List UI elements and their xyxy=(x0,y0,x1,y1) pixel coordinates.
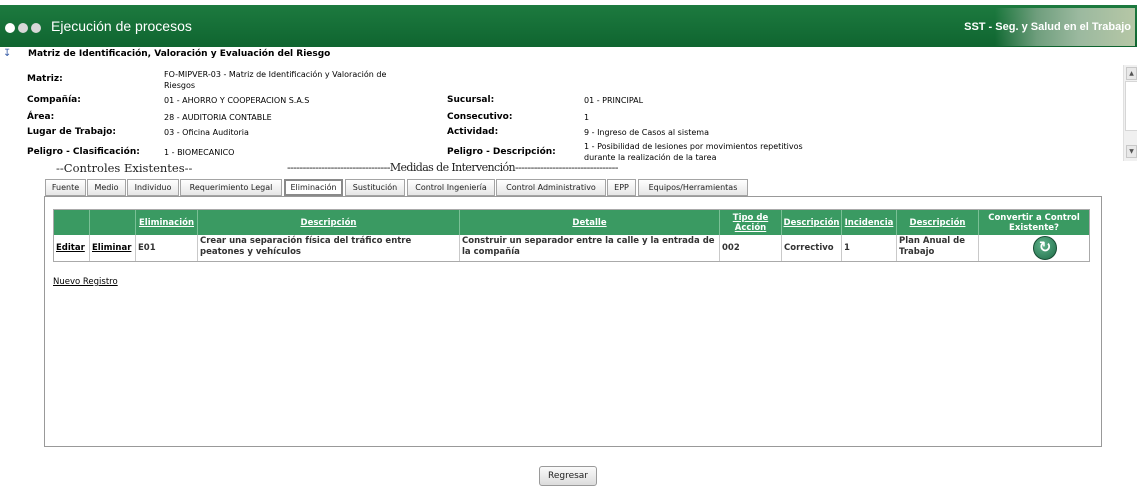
compania-label: Compañía: xyxy=(27,95,81,105)
sucursal-value: 01 - PRINCIPAL xyxy=(584,96,644,105)
dot-icon xyxy=(18,23,28,33)
row-tipo-descripcion: Correctivo xyxy=(782,235,842,261)
app-header: Ejecución de procesos SST - Seg. y Salud… xyxy=(0,5,1137,47)
tab-fuente[interactable]: Fuente xyxy=(45,179,86,196)
lugar-value: 03 - Oficina Auditoria xyxy=(164,128,249,137)
tab-eliminacion[interactable]: Eliminación xyxy=(284,179,343,196)
peligro-descripcion-line1: 1 - Posibilidad de lesiones por movimien… xyxy=(584,142,803,151)
column-descripcion-2[interactable]: Descripción xyxy=(782,210,841,235)
tab-sustitucion[interactable]: Sustitución xyxy=(345,179,405,196)
matriz-value: FO-MIPVER-03 - Matriz de Identificación … xyxy=(164,69,386,91)
matriz-label: Matriz: xyxy=(27,74,63,84)
row-tipo-accion: 002 xyxy=(720,235,782,261)
scroll-up-icon[interactable]: ▲ xyxy=(1126,67,1137,80)
dot-icon xyxy=(31,23,41,33)
regresar-button[interactable]: Regresar xyxy=(539,466,597,486)
column-convertir: Convertir a Control Existente? xyxy=(979,210,1089,235)
header-module-name: SST - Seg. y Salud en el Trabajo xyxy=(964,21,1131,33)
info-scrollbar[interactable]: ▲ ▼ xyxy=(1123,65,1137,161)
consecutivo-label: Consecutivo: xyxy=(447,112,513,122)
consecutivo-value: 1 xyxy=(584,113,590,122)
area-value: 28 - AUDITORIA CONTABLE xyxy=(164,113,272,122)
column-descripcion-3[interactable]: Descripción xyxy=(897,210,978,235)
column-incidencia[interactable]: Incidencia xyxy=(842,210,896,235)
scroll-down-icon[interactable]: ▼ xyxy=(1126,145,1137,158)
actividad-value: 9 - Ingreso de Casos al sistema xyxy=(584,128,709,137)
tab-individuo[interactable]: Individuo xyxy=(127,179,179,196)
column-tipo-accion-line1: Tipo de xyxy=(732,212,769,223)
delete-link[interactable]: Eliminar xyxy=(90,235,136,261)
column-convertir-line2: Existente? xyxy=(1009,222,1059,233)
collapse-arrow-icon[interactable]: ↧ xyxy=(3,48,11,59)
tab-medio[interactable]: Medio xyxy=(87,179,126,196)
row-incidencia: 1 xyxy=(842,235,897,261)
tab-requerimiento-legal[interactable]: Requerimiento Legal xyxy=(180,179,282,196)
nuevo-registro-link[interactable]: Nuevo Registro xyxy=(53,277,118,287)
peligro-descripcion-value: 1 - Posibilidad de lesiones por movimien… xyxy=(584,141,803,163)
sucursal-label: Sucursal: xyxy=(447,95,495,105)
peligro-clasificacion-value: 1 - BIOMECANICO xyxy=(164,148,235,157)
table-row: Editar Eliminar E01 Crear una separación… xyxy=(54,235,1089,261)
row-descripcion: Crear una separación física del tráfico … xyxy=(198,235,460,261)
row-detalle: Construir un separador entre la calle y … xyxy=(460,235,720,261)
edit-link[interactable]: Editar xyxy=(54,235,90,261)
eliminacion-grid: Eliminación Descripción Detalle Tipo de … xyxy=(53,209,1090,262)
refresh-icon[interactable]: ↻ xyxy=(1033,236,1057,260)
tab-control-administrativo[interactable]: Control Administrativo xyxy=(496,179,606,196)
header-title: Ejecución de procesos xyxy=(51,18,192,34)
grid-header: Eliminación Descripción Detalle Tipo de … xyxy=(54,210,1089,235)
peligro-descripcion-label: Peligro - Descripción: xyxy=(447,147,556,157)
matriz-value-line1: FO-MIPVER-03 - Matriz de Identificación … xyxy=(164,70,387,79)
medidas-intervencion-heading: ---------------------------------Medidas… xyxy=(287,161,618,174)
column-tipo-accion-line2: Acción xyxy=(734,222,767,233)
column-eliminacion[interactable]: Eliminación xyxy=(136,210,197,235)
column-descripcion[interactable]: Descripción xyxy=(198,210,459,235)
column-detalle[interactable]: Detalle xyxy=(460,210,719,235)
compania-value: 01 - AHORRO Y COOPERACION S.A.S xyxy=(164,96,310,105)
area-label: Área: xyxy=(27,112,55,122)
column-convertir-line1: Convertir a Control xyxy=(988,212,1080,223)
section-title: Matriz de Identificación, Valoración y E… xyxy=(28,49,331,59)
actividad-label: Actividad: xyxy=(447,127,499,137)
dot-icon xyxy=(5,23,15,33)
column-tipo-accion[interactable]: Tipo de Acción xyxy=(720,210,781,235)
scroll-thumb[interactable] xyxy=(1125,81,1137,131)
tab-epp[interactable]: EPP xyxy=(607,179,636,196)
matriz-value-line2: Riesgos xyxy=(164,81,196,90)
column-divider xyxy=(89,210,90,235)
tab-control-ingenieria[interactable]: Control Ingeniería xyxy=(407,179,495,196)
peligro-clasificacion-label: Peligro - Clasificación: xyxy=(27,147,140,157)
row-incidencia-descripcion: Plan Anual de Trabajo xyxy=(897,235,979,261)
controles-existentes-heading: --Controles Existentes-- xyxy=(56,161,193,175)
lugar-label: Lugar de Trabajo: xyxy=(27,127,116,137)
row-codigo: E01 xyxy=(136,235,198,261)
window-dots xyxy=(5,23,41,33)
tab-equipos-herramientas[interactable]: Equipos/Herramientas xyxy=(638,179,748,196)
